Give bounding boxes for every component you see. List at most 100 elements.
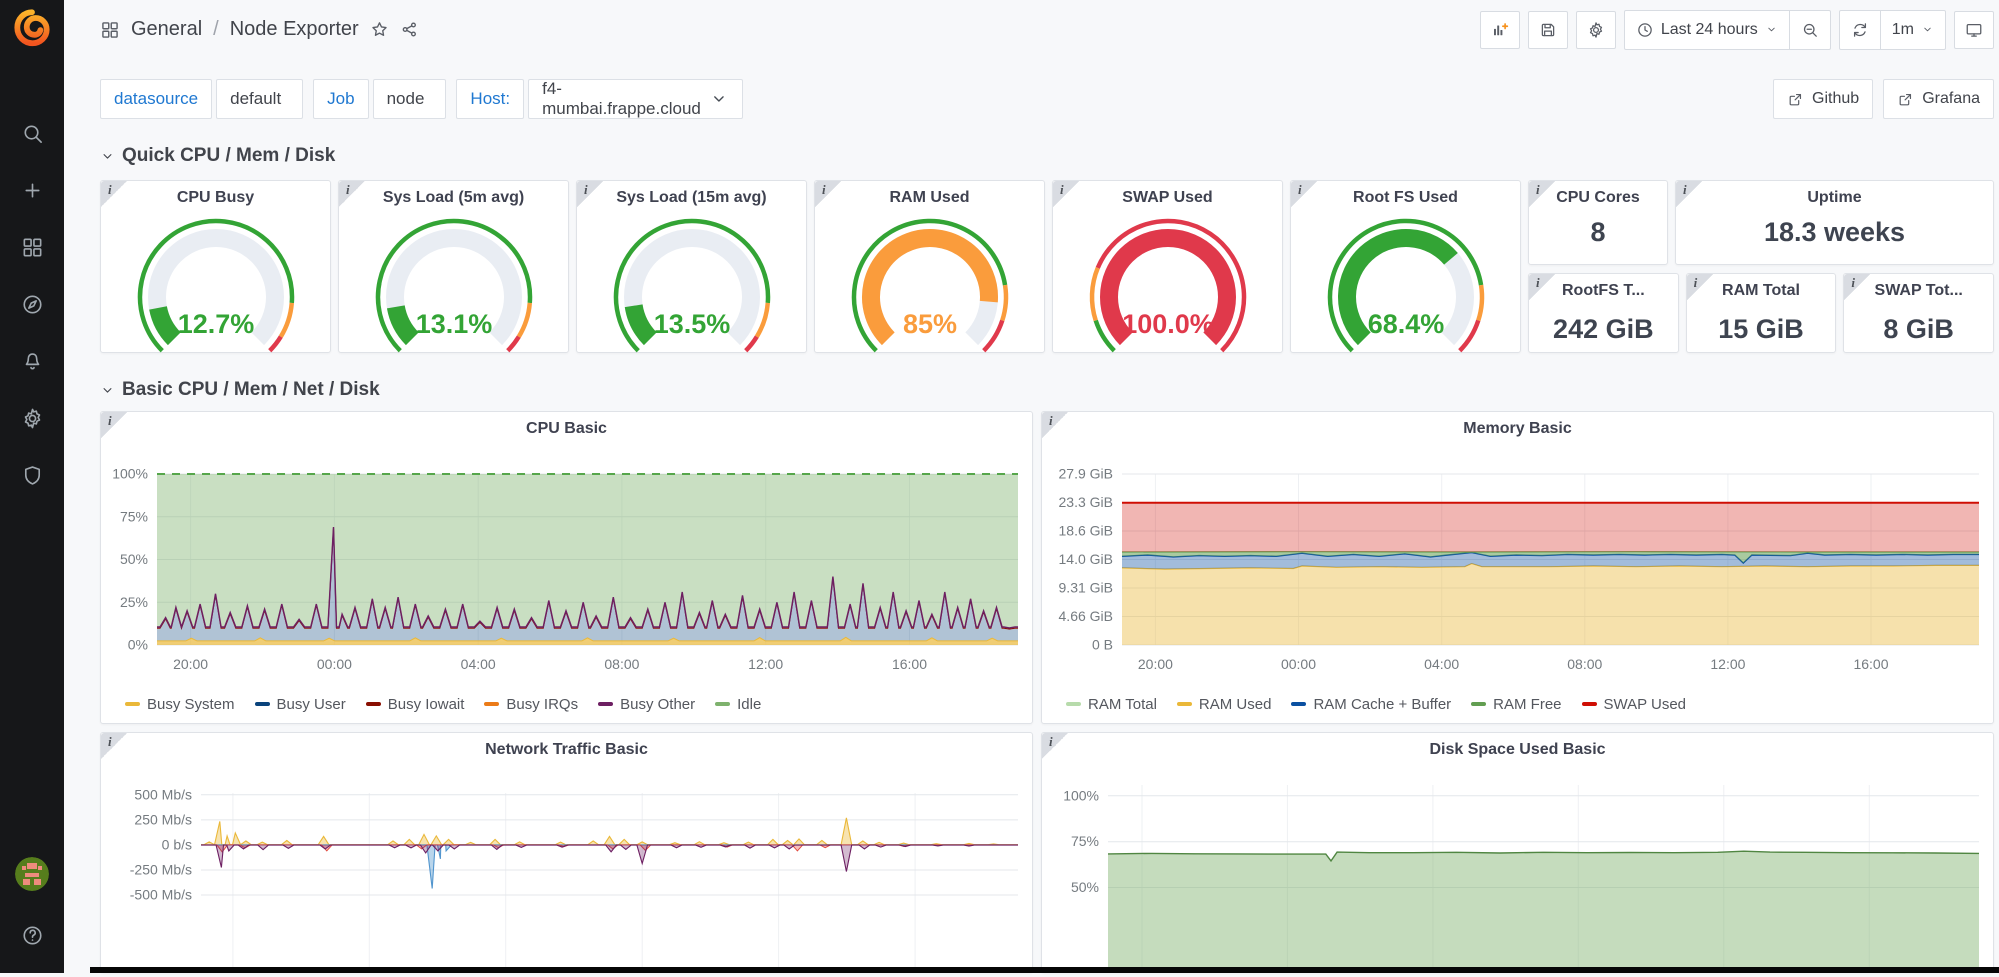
panel-info-corner[interactable]: i (1053, 181, 1079, 207)
time-range-picker[interactable]: Last 24 hours (1625, 11, 1789, 49)
panel-info-corner[interactable]: i (101, 412, 127, 438)
panel-title[interactable]: SWAP Tot... (1870, 282, 1967, 300)
svg-text:18.6 GiB: 18.6 GiB (1059, 523, 1113, 539)
variable-datasource-select[interactable]: default (216, 79, 303, 119)
svg-text:100%: 100% (1063, 787, 1099, 803)
legend-label: Busy User (277, 696, 346, 713)
legend-item[interactable]: SWAP Used (1582, 696, 1687, 713)
panel-info-corner[interactable]: i (1042, 733, 1068, 759)
dashboard-settings-button[interactable] (1576, 11, 1616, 49)
variable-host-select[interactable]: f4-mumbai.frappe.cloud (528, 79, 743, 119)
panel-info-corner[interactable]: i (1844, 274, 1870, 300)
panel-info-corner[interactable]: i (1687, 274, 1713, 300)
panel-info-corner[interactable]: i (1529, 274, 1555, 300)
refresh-button[interactable] (1840, 11, 1880, 49)
panel-title[interactable]: Root FS Used (1317, 189, 1494, 207)
panel-info-corner[interactable]: i (1529, 181, 1555, 207)
user-avatar[interactable] (15, 857, 49, 891)
help-icon[interactable] (10, 913, 54, 957)
panel-info-corner[interactable]: i (1676, 181, 1702, 207)
breadcrumb-folder[interactable]: General (131, 18, 202, 41)
refresh-group: 1m (1839, 10, 1946, 50)
zoom-out-button[interactable] (1789, 11, 1830, 49)
panel-title[interactable]: RAM Used (841, 189, 1018, 207)
panel-info-corner[interactable]: i (101, 733, 127, 759)
legend-item[interactable]: Busy User (255, 696, 346, 713)
legend-item[interactable]: Busy IRQs (484, 696, 578, 713)
svg-text:08:00: 08:00 (1567, 656, 1602, 672)
panel-title[interactable]: Sys Load (15m avg) (603, 189, 780, 207)
time-picker-group: Last 24 hours (1624, 10, 1831, 50)
search-icon[interactable] (10, 111, 54, 155)
panel-title[interactable]: Uptime (1702, 189, 1967, 207)
legend-item[interactable]: RAM Cache + Buffer (1291, 696, 1451, 713)
panel-cpu-basic: iCPU Basic20:0000:0004:0008:0012:0016:00… (100, 411, 1033, 724)
legend-swatch (484, 702, 499, 706)
row-header-quick[interactable]: Quick CPU / Mem / Disk (100, 145, 1994, 167)
breadcrumb-dashboard-title[interactable]: Node Exporter (230, 18, 359, 41)
panel-title[interactable]: CPU Busy (127, 189, 304, 207)
create-plus-icon[interactable] (10, 168, 54, 212)
panel-info-corner[interactable]: i (577, 181, 603, 207)
panel-info-corner[interactable]: i (101, 181, 127, 207)
server-admin-shield-icon[interactable] (10, 453, 54, 497)
panel-title[interactable]: RAM Total (1713, 282, 1810, 300)
legend-item[interactable]: RAM Used (1177, 696, 1272, 713)
time-range-label: Last 24 hours (1661, 21, 1758, 39)
grafana-link-button[interactable]: Grafana (1883, 79, 1994, 119)
dashboards-icon[interactable] (10, 225, 54, 269)
legend-item[interactable]: RAM Total (1066, 696, 1157, 713)
panel-info-corner[interactable]: i (1042, 412, 1068, 438)
panel-info-corner[interactable]: i (1291, 181, 1317, 207)
alerting-bell-icon[interactable] (10, 339, 54, 383)
grafana-logo-icon[interactable] (11, 7, 53, 49)
svg-text:68.4%: 68.4% (1367, 309, 1444, 339)
configuration-gear-icon[interactable] (10, 396, 54, 440)
chevron-down-icon (1765, 23, 1778, 36)
add-panel-button[interactable] (1480, 11, 1520, 49)
save-dashboard-button[interactable] (1528, 11, 1568, 49)
explore-compass-icon[interactable] (10, 282, 54, 326)
tv-mode-button[interactable] (1954, 11, 1994, 49)
gauge-sys-load-15m-avg: 13.5% (582, 209, 802, 361)
legend-item[interactable]: Idle (715, 696, 761, 713)
panel-cpu-busy: iCPU Busy 12.7% (100, 180, 331, 353)
panel-title[interactable]: SWAP Used (1079, 189, 1256, 207)
panel-title[interactable]: Network Traffic Basic (127, 741, 1006, 759)
svg-text:12.7%: 12.7% (177, 309, 254, 339)
variable-job-select[interactable]: node (373, 79, 447, 119)
panel-info-corner[interactable]: i (815, 181, 841, 207)
gauge-cpu-busy: 12.7% (106, 209, 326, 361)
bottom-edge-strip (90, 967, 1999, 973)
panel-title[interactable]: CPU Basic (127, 420, 1006, 438)
chart-legend: Busy System Busy User Busy Iowait Busy IRQs… (125, 696, 761, 713)
legend-label: Idle (737, 696, 761, 713)
chevron-down-icon (100, 149, 115, 164)
legend-item[interactable]: Busy Other (598, 696, 695, 713)
sidebar-bottom (10, 857, 54, 957)
legend-swatch (255, 702, 270, 706)
legend-label: SWAP Used (1604, 696, 1687, 713)
legend-item[interactable]: Busy Iowait (366, 696, 465, 713)
dashboard-main: General / Node Exporter (64, 0, 1999, 973)
share-icon[interactable] (400, 20, 419, 39)
legend-item[interactable]: RAM Free (1471, 696, 1561, 713)
legend-item[interactable]: Busy System (125, 696, 235, 713)
panel-title[interactable]: Memory Basic (1068, 420, 1967, 438)
legend-label: Busy Other (620, 696, 695, 713)
panel-title[interactable]: CPU Cores (1555, 189, 1641, 207)
panel-title[interactable]: Disk Space Used Basic (1068, 741, 1967, 759)
variable-label: datasource (100, 79, 212, 119)
refresh-interval-picker[interactable]: 1m (1880, 11, 1945, 49)
panel-info-corner[interactable]: i (339, 181, 365, 207)
svg-text:0%: 0% (128, 637, 148, 653)
variables-row: datasource default Job node Host: f4-mum… (100, 79, 1994, 119)
panel-title[interactable]: RootFS T... (1555, 282, 1652, 300)
row-header-basic[interactable]: Basic CPU / Mem / Net / Disk (100, 379, 1994, 401)
gear-icon (1587, 21, 1605, 39)
panel-title[interactable]: Sys Load (5m avg) (365, 189, 542, 207)
star-icon[interactable] (370, 20, 389, 39)
svg-text:9.31 GiB: 9.31 GiB (1059, 580, 1113, 596)
github-link-button[interactable]: Github (1773, 79, 1873, 119)
chart-row-2: iNetwork Traffic Basic500 Mb/s250 Mb/s0 … (100, 732, 1994, 973)
